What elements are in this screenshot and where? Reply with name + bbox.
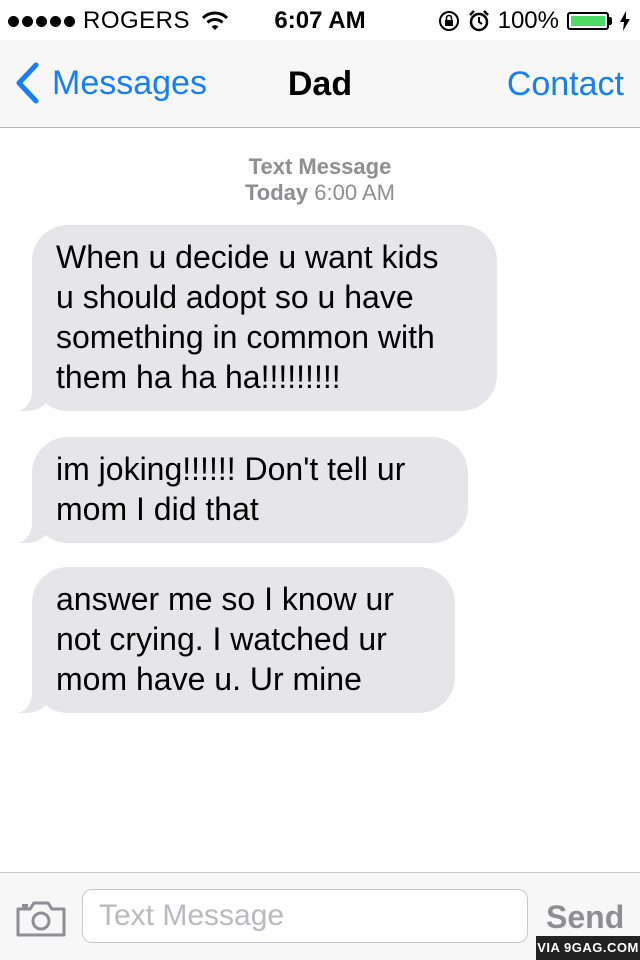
- charging-bolt-icon: [620, 11, 630, 31]
- battery-fill: [571, 16, 605, 26]
- send-button[interactable]: Send: [546, 899, 624, 936]
- message-bubble-2[interactable]: im joking!!!!!! Don't tell ur mom I did …: [10, 437, 468, 543]
- camera-icon[interactable]: [16, 899, 66, 937]
- battery-icon: [567, 12, 612, 30]
- status-bar: ROGERS 6:07 AM 100%: [0, 0, 640, 40]
- message-day: Today: [245, 180, 309, 205]
- watermark: VIA 9GAG.COM: [536, 936, 640, 960]
- alarm-icon: [468, 10, 489, 32]
- battery-percent: 100%: [497, 7, 559, 34]
- message-type-label: Text Message: [248, 154, 392, 179]
- contact-button[interactable]: Contact: [507, 65, 624, 104]
- thread-timestamp: Text Message Today 6:00 AM: [0, 154, 640, 206]
- message-bubble-3[interactable]: answer me so I know ur not crying. I wat…: [10, 567, 455, 713]
- message-date: Today 6:00 AM: [0, 180, 640, 206]
- status-right: 100%: [438, 7, 630, 35]
- message-text-input[interactable]: Text Message: [82, 889, 528, 943]
- message-time: 6:00 AM: [314, 180, 395, 205]
- navigation-bar: Messages Dad Contact: [0, 40, 640, 128]
- rotation-lock-icon: [438, 11, 459, 31]
- message-bubble-1[interactable]: When u decide u want kids u should adopt…: [10, 225, 497, 411]
